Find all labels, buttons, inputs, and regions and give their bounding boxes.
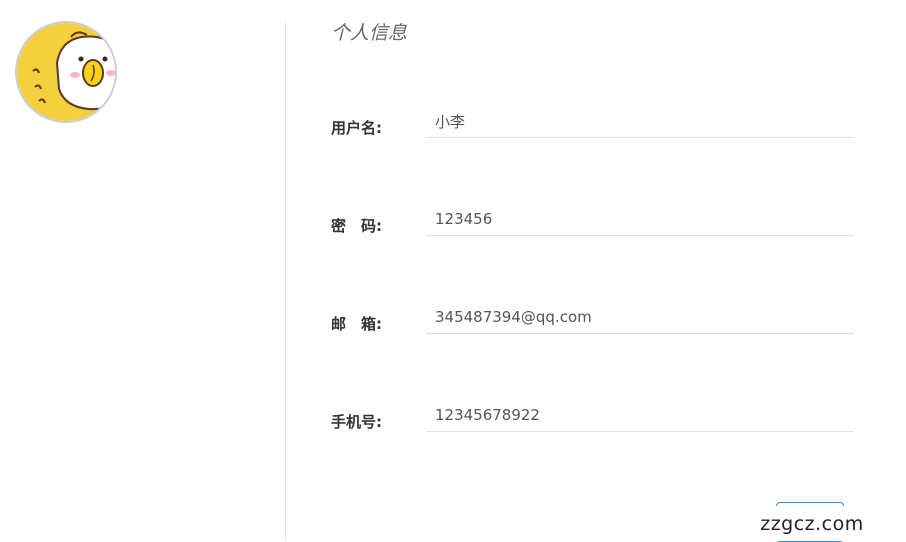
email-row: 邮 箱: [331,294,854,334]
phone-label: 手机号: [331,413,382,431]
vertical-divider [285,22,286,541]
username-field-wrapper [426,107,854,138]
username-row: 用户名: [331,98,854,138]
watermark: zzgcz.com [718,506,906,541]
duck-avatar-image [17,23,115,121]
phone-input[interactable] [426,401,854,429]
email-field-wrapper [426,303,854,334]
phone-field-wrapper [426,401,854,432]
email-label: 邮 箱: [331,315,382,333]
password-label: 密 码: [331,217,382,235]
phone-row: 手机号: [331,392,854,432]
page-title: 个人信息 [331,22,408,44]
email-input[interactable] [426,303,854,331]
username-label: 用户名: [331,119,382,137]
password-row: 密 码: [331,196,854,236]
user-avatar[interactable] [15,21,117,123]
username-input[interactable] [426,107,854,135]
password-field-wrapper [426,205,854,236]
password-input[interactable] [426,205,854,233]
